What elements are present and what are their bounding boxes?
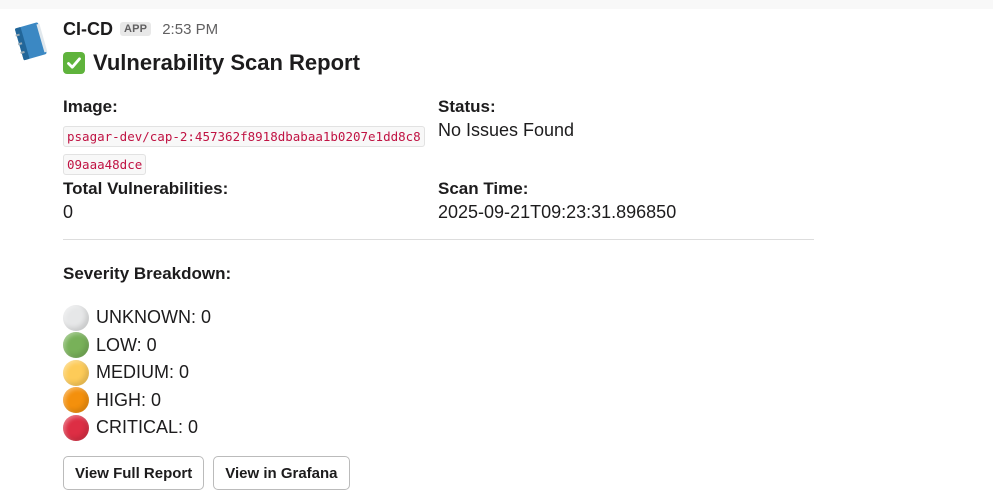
app-avatar[interactable] — [8, 20, 52, 64]
scan-time-field: Scan Time: 2025-09-21T09:23:31.896850 — [438, 178, 676, 224]
severity-low: LOW: 0 — [63, 332, 211, 360]
severity-unknown: UNKNOWN: 0 — [63, 304, 211, 332]
message-header: CI-CD APP 2:53 PM — [63, 18, 218, 40]
orange-circle-icon — [63, 387, 89, 414]
status-label: Status: — [438, 97, 496, 116]
severity-medium: MEDIUM: 0 — [63, 359, 211, 387]
severity-critical-text: CRITICAL: 0 — [96, 417, 199, 438]
status-value: No Issues Found — [438, 120, 575, 140]
view-in-grafana-button[interactable]: View in Grafana — [213, 456, 350, 490]
report-title-text: Vulnerability Scan Report — [93, 50, 360, 75]
top-strip — [0, 0, 993, 9]
report-title: Vulnerability Scan Report — [63, 48, 360, 78]
severity-critical: CRITICAL: 0 — [63, 414, 211, 442]
severity-high-text: HIGH: 0 — [96, 389, 162, 410]
notebook-icon — [14, 22, 48, 61]
app-badge: APP — [120, 22, 152, 36]
yellow-circle-icon — [63, 359, 89, 386]
total-vulnerabilities-label: Total Vulnerabilities: — [63, 179, 229, 198]
sender-name[interactable]: CI-CD — [63, 19, 113, 40]
severity-unknown-text: UNKNOWN: 0 — [96, 307, 212, 328]
total-vulnerabilities-field: Total Vulnerabilities: 0 — [63, 178, 228, 224]
white-check-mark-icon — [63, 52, 85, 74]
severity-medium-text: MEDIUM: 0 — [96, 362, 190, 383]
image-label: Image: — [63, 97, 118, 116]
severity-list: UNKNOWN: 0 LOW: 0 MEDIUM: 0 HIGH: 0 CRIT… — [63, 304, 211, 442]
action-buttons: View Full Report View in Grafana — [63, 456, 350, 490]
white-circle-icon — [63, 304, 89, 331]
divider — [63, 239, 814, 240]
severity-low-text: LOW: 0 — [96, 334, 157, 355]
red-circle-icon — [63, 414, 89, 441]
scan-time-value: 2025-09-21T09:23:31.896850 — [438, 202, 677, 222]
image-value: psagar-dev/cap-2:457362f8918dbabaa1b0207… — [63, 126, 425, 175]
status-field: Status: No Issues Found — [438, 96, 574, 142]
message-timestamp[interactable]: 2:53 PM — [162, 21, 218, 38]
total-vulnerabilities-value: 0 — [63, 202, 74, 222]
image-field: Image: psagar-dev/cap-2:457362f8918dbaba… — [63, 96, 425, 179]
scan-time-label: Scan Time: — [438, 179, 529, 198]
view-full-report-button[interactable]: View Full Report — [63, 456, 205, 490]
severity-high: HIGH: 0 — [63, 387, 211, 415]
green-circle-icon — [63, 332, 89, 359]
severity-breakdown-label: Severity Breakdown: — [63, 264, 232, 283]
